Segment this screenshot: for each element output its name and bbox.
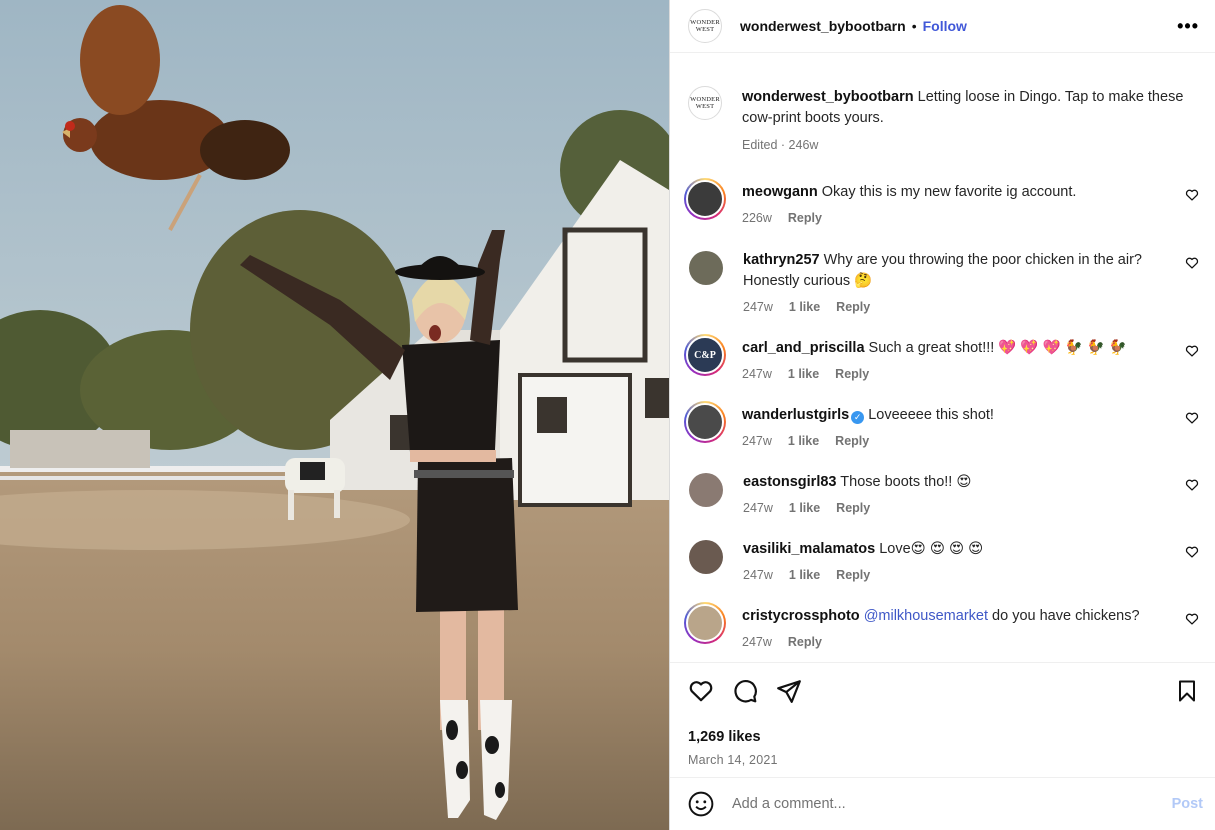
verified-badge-icon: ✓	[851, 411, 865, 424]
caption: WONDER WEST wonderwest_bybootbarn Lettin…	[688, 86, 1199, 152]
commenter-avatar[interactable]: C&P	[684, 334, 726, 376]
instagram-post-view: WONDER WEST wonderwest_bybootbarn • Foll…	[0, 0, 1215, 830]
more-options-button[interactable]: •••	[1177, 16, 1199, 37]
post-date: March 14, 2021	[688, 753, 778, 767]
comment-likes[interactable]: 1 like	[788, 434, 819, 448]
comment-likes[interactable]: 1 like	[789, 300, 820, 314]
comment-age: 247w	[742, 367, 772, 381]
comment-age: 226w	[742, 211, 772, 225]
bookmark-icon[interactable]	[1175, 678, 1199, 704]
account-username[interactable]: wonderwest_bybootbarn	[740, 18, 906, 34]
comment-text: Love😍 😍 😍 😍	[879, 541, 984, 557]
comment-likes[interactable]: 1 like	[789, 568, 820, 582]
comment-like-heart-icon[interactable]	[1185, 545, 1199, 559]
commenter-avatar[interactable]	[689, 251, 723, 285]
post-header: WONDER WEST wonderwest_bybootbarn • Foll…	[670, 0, 1215, 53]
comment-age: 247w	[742, 635, 772, 649]
commenter-username[interactable]: cristycrossphoto	[742, 608, 860, 624]
comment-age: 247w	[743, 501, 773, 515]
post-image	[0, 0, 669, 830]
caption-avatar[interactable]: WONDER WEST	[688, 86, 722, 120]
comment-text: Those boots tho!! 😍	[840, 474, 972, 490]
comment-row: wanderlustgirls ✓ Loveeeee this shot! 247w…	[684, 401, 1199, 448]
commenter-username[interactable]: carl_and_priscilla	[742, 340, 865, 356]
comment-likes[interactable]: 1 like	[789, 501, 820, 515]
comment-text: Okay this is my new favorite ig account.	[821, 184, 1077, 200]
commenter-avatar[interactable]	[689, 540, 723, 574]
comment-input[interactable]	[732, 796, 1172, 812]
reply-button[interactable]: Reply	[788, 635, 822, 649]
reply-button[interactable]: Reply	[836, 501, 870, 515]
reply-button[interactable]: Reply	[835, 434, 869, 448]
follow-button[interactable]: Follow	[923, 18, 967, 34]
comment-row: meowgann Okay this is my new favorite ig…	[684, 178, 1199, 225]
action-bar: 1,269 likes March 14, 2021	[670, 662, 1215, 777]
mention-link[interactable]: @milkhousemarket	[864, 608, 988, 624]
reply-button[interactable]: Reply	[836, 300, 870, 314]
account-avatar[interactable]: WONDER WEST	[688, 9, 722, 43]
comment-age: 247w	[743, 300, 773, 314]
commenter-avatar[interactable]	[684, 401, 726, 443]
post-comment-button[interactable]: Post	[1172, 796, 1203, 812]
comment-age: 247w	[742, 434, 772, 448]
likes-count[interactable]: 1,269 likes	[688, 729, 1199, 745]
share-icon[interactable]	[776, 678, 802, 704]
caption-username[interactable]: wonderwest_bybootbarn	[742, 89, 914, 105]
commenter-avatar[interactable]	[684, 602, 726, 644]
comment-likes[interactable]: 1 like	[788, 367, 819, 381]
reply-button[interactable]: Reply	[788, 211, 822, 225]
header-separator: •	[911, 18, 917, 34]
comment-row: eastonsgirl83 Those boots tho!! 😍 247w 1 l…	[688, 472, 1199, 515]
comment-row: C&P carl_and_priscilla Such a great shot!…	[684, 334, 1199, 381]
comment-row: vasiliki_malamatos Love😍 😍 😍 😍 247w 1 like…	[688, 539, 1199, 582]
commenter-avatar[interactable]	[684, 178, 726, 220]
post-details-panel: WONDER WEST wonderwest_bybootbarn • Foll…	[669, 0, 1215, 830]
comment-icon[interactable]	[732, 678, 758, 704]
avatar-initials: C&P	[694, 349, 716, 361]
caption-logo-line1: WONDER	[690, 96, 720, 103]
comment-text: Loveeeee this shot!	[868, 407, 994, 423]
caption-meta: Edited · 246w	[742, 138, 819, 152]
comments-list[interactable]: WONDER WEST wonderwest_bybootbarn Lettin…	[670, 53, 1215, 662]
comment-like-heart-icon[interactable]	[1185, 344, 1199, 358]
commenter-username[interactable]: wanderlustgirls	[742, 407, 849, 423]
avatar-logo-line2: WEST	[695, 26, 715, 33]
comment-like-heart-icon[interactable]	[1185, 411, 1199, 425]
commenter-username[interactable]: meowgann	[742, 184, 818, 200]
comment-row: cristycrossphoto @milkhousemarket do you…	[684, 602, 1199, 649]
heart-icon[interactable]	[688, 678, 714, 704]
comment-like-heart-icon[interactable]	[1185, 256, 1199, 270]
comment-like-heart-icon[interactable]	[1185, 188, 1199, 202]
comment-text: do you have chickens?	[992, 608, 1140, 624]
avatar-logo-line1: WONDER	[690, 19, 720, 26]
reply-button[interactable]: Reply	[835, 367, 869, 381]
caption-logo-line2: WEST	[695, 103, 715, 110]
commenter-avatar[interactable]	[689, 473, 723, 507]
add-comment-bar: Post	[670, 777, 1215, 830]
post-photo[interactable]	[0, 0, 669, 830]
comment-text: Such a great shot!!! 💖 💖 💖 🐓 🐓 🐓	[868, 340, 1127, 356]
comment-like-heart-icon[interactable]	[1185, 612, 1199, 626]
reply-button[interactable]: Reply	[836, 568, 870, 582]
emoji-icon[interactable]	[688, 791, 714, 817]
commenter-username[interactable]: eastonsgirl83	[743, 474, 837, 490]
comment-age: 247w	[743, 568, 773, 582]
comment-row: kathryn257 Why are you throwing the poor…	[688, 250, 1199, 314]
comment-like-heart-icon[interactable]	[1185, 478, 1199, 492]
commenter-username[interactable]: kathryn257	[743, 252, 820, 268]
commenter-username[interactable]: vasiliki_malamatos	[743, 541, 875, 557]
